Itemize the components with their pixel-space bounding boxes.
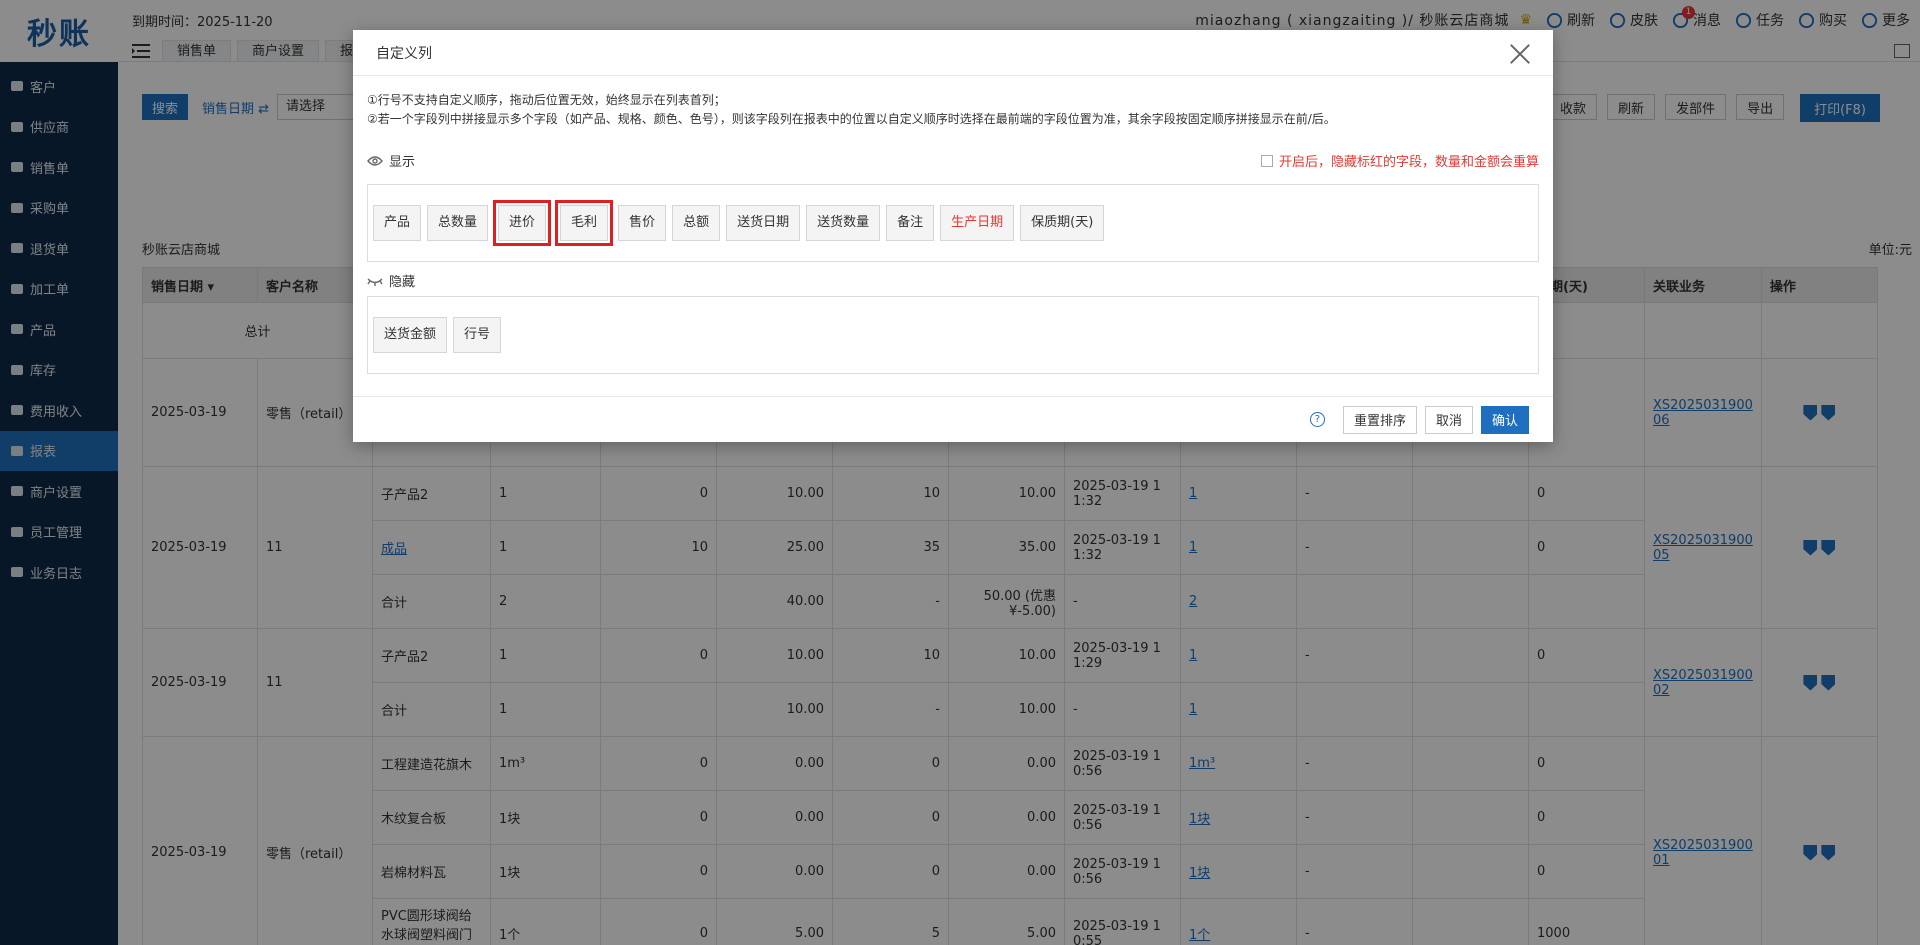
- shown-field-chip[interactable]: 产品: [373, 205, 422, 241]
- shown-section-title: 显示: [367, 151, 415, 170]
- shown-field-chip[interactable]: 总额: [672, 205, 721, 241]
- hidden-field-chip[interactable]: 送货金额: [373, 317, 448, 353]
- help-icon[interactable]: ?: [1309, 412, 1325, 427]
- hidden-label: 隐藏: [389, 275, 416, 290]
- shown-field-chip[interactable]: 保质期(天): [1020, 205, 1105, 241]
- shown-field-chip[interactable]: 毛利: [555, 200, 614, 246]
- shown-field-chip[interactable]: 进价: [493, 200, 552, 246]
- reset-order-button[interactable]: 重置排序: [1342, 405, 1417, 434]
- eye-closed-icon: [367, 277, 383, 286]
- dialog-header: 自定义列: [353, 30, 1553, 76]
- dialog-notes: ①行号不支持自定义顺序，拖动后位置无效，始终显示在列表首列； ②若一个字段列中拼…: [367, 91, 1336, 129]
- recalc-warning: 开启后，隐藏标红的字段，数量和金额会重算: [1278, 155, 1539, 170]
- hidden-section-title: 隐藏: [367, 271, 415, 290]
- shown-field-chip[interactable]: 生产日期: [940, 205, 1015, 241]
- shown-field-chip[interactable]: 送货数量: [806, 205, 881, 241]
- shown-fields-area[interactable]: 产品 总数量 进价 毛利 售价 总额 送货日期 送货数量 备注 生产日期 保质期(天): [367, 184, 1539, 262]
- shown-field-chip[interactable]: 总数量: [427, 205, 489, 241]
- shown-field-chip[interactable]: 备注: [886, 205, 935, 241]
- note-2: ②若一个字段列中拼接显示多个字段（如产品、规格、颜色、色号），则该字段列在报表中…: [367, 112, 1336, 126]
- dialog-title: 自定义列: [376, 45, 432, 62]
- cancel-button[interactable]: 取消: [1424, 405, 1473, 434]
- note-1: ①行号不支持自定义顺序，拖动后位置无效，始终显示在列表首列；: [367, 93, 726, 107]
- shown-field-chip[interactable]: 送货日期: [726, 205, 801, 241]
- custom-columns-dialog: 自定义列 ①行号不支持自定义顺序，拖动后位置无效，始终显示在列表首列； ②若一个…: [353, 30, 1553, 442]
- dialog-footer: ? 重置排序 取消 确认: [353, 396, 1553, 442]
- hidden-fields-area[interactable]: 送货金额 行号: [367, 296, 1539, 374]
- close-icon[interactable]: [1509, 42, 1531, 64]
- recalc-toggle[interactable]: 开启后，隐藏标红的字段，数量和金额会重算: [1260, 151, 1539, 170]
- confirm-button[interactable]: 确认: [1480, 405, 1529, 434]
- eye-icon: [367, 155, 383, 166]
- hidden-field-chip[interactable]: 行号: [453, 317, 502, 353]
- shown-label: 显示: [389, 155, 416, 170]
- shown-field-chip[interactable]: 售价: [618, 205, 667, 241]
- recalc-checkbox[interactable]: [1260, 154, 1273, 167]
